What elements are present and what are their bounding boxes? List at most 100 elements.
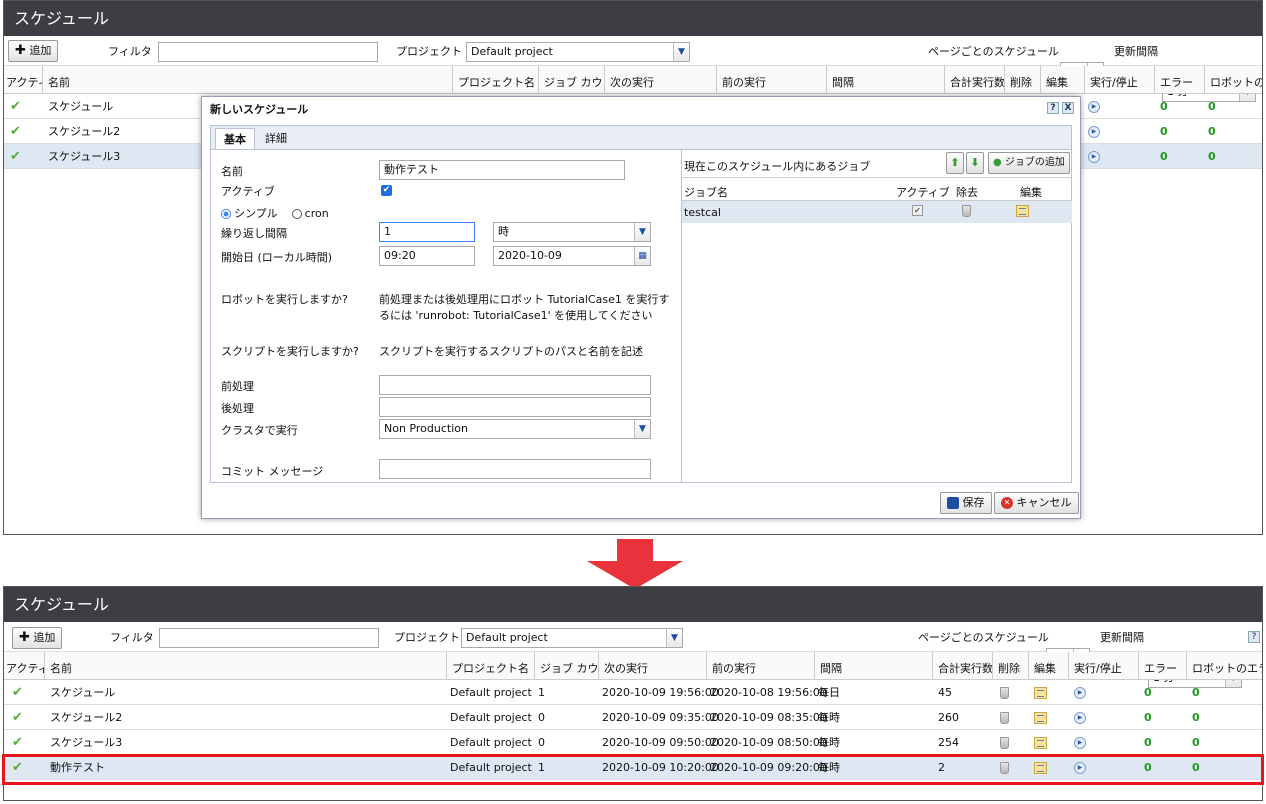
- interval-field[interactable]: 1: [379, 222, 475, 242]
- row-robot-errors: 0: [1208, 100, 1216, 113]
- trash-icon[interactable]: [1000, 680, 1009, 705]
- name-label: 名前: [221, 165, 243, 178]
- col-next-run[interactable]: 次の実行: [604, 66, 716, 94]
- add-button[interactable]: ✚ 追加: [12, 627, 63, 649]
- cancel-icon: ✕: [1001, 497, 1013, 509]
- col-total[interactable]: 合計実行数: [944, 66, 1004, 94]
- start-time-field[interactable]: 09:20: [379, 246, 475, 266]
- row-name: スケジュール: [48, 100, 114, 113]
- close-icon[interactable]: X: [1062, 102, 1074, 114]
- col-edit[interactable]: 編集: [1028, 652, 1068, 680]
- run-icon[interactable]: ▶: [1074, 730, 1086, 755]
- filter-input[interactable]: [159, 628, 379, 648]
- active-checkbox[interactable]: ✔: [381, 185, 392, 196]
- col-run-stop[interactable]: 実行/停止: [1068, 652, 1138, 680]
- per-page-label: ページごとのスケジュール: [918, 631, 1049, 644]
- trash-icon[interactable]: [962, 205, 971, 217]
- new-schedule-dialog: 新しいスケジュール ? X 基本 詳細 名前 動作テスト アクティブ ✔ シンプ…: [201, 96, 1081, 519]
- add-button[interactable]: ✚ 追加: [8, 40, 59, 62]
- add-job-button[interactable]: ● ジョブの追加: [988, 152, 1070, 174]
- tab-basic[interactable]: 基本: [215, 128, 255, 149]
- col-prev-run[interactable]: 前の実行: [706, 652, 814, 680]
- run-icon[interactable]: ▶: [1088, 119, 1100, 144]
- dialog-footer: 保存 ✕ キャンセル: [202, 485, 1080, 518]
- col-next-run[interactable]: 次の実行: [598, 652, 706, 680]
- project-select[interactable]: Default project ▼: [461, 628, 683, 648]
- col-prev-run[interactable]: 前の実行: [716, 66, 826, 94]
- cluster-select[interactable]: Non Production ▼: [379, 419, 651, 439]
- row-errors: 0: [1144, 736, 1152, 749]
- table-header: アクティ 名前 プロジェクト名 ジョブ カウン 次の実行 前の実行 間隔 合計実…: [4, 652, 1262, 680]
- edit-icon[interactable]: [1034, 705, 1047, 730]
- move-up-icon[interactable]: ⬆: [946, 152, 964, 174]
- jobs-col-active[interactable]: アクティブ: [896, 184, 950, 200]
- col-robot-errors[interactable]: ロボットのエ: [1204, 66, 1262, 94]
- interval-unit-select[interactable]: 時 ▼: [493, 222, 651, 242]
- jobs-col-edit[interactable]: 編集: [1020, 184, 1042, 200]
- col-active[interactable]: アクティ: [4, 66, 42, 94]
- project-select[interactable]: Default project ▼: [466, 42, 690, 62]
- cancel-button[interactable]: ✕ キャンセル: [994, 492, 1079, 514]
- refresh-label: 更新間隔: [1100, 631, 1144, 644]
- col-delete[interactable]: 削除: [992, 652, 1028, 680]
- tab-detail[interactable]: 詳細: [257, 128, 295, 149]
- pre-field[interactable]: [379, 375, 651, 395]
- check-icon: ✔: [10, 99, 21, 114]
- help-icon[interactable]: ?: [1047, 102, 1059, 114]
- col-edit[interactable]: 編集: [1040, 66, 1084, 94]
- col-job-count[interactable]: ジョブ カウン: [538, 66, 604, 94]
- edit-icon[interactable]: [1034, 730, 1047, 755]
- col-name[interactable]: 名前: [42, 66, 452, 94]
- dialog-body: 名前 動作テスト アクティブ ✔ シンプル cron 繰り返し間隔 1 時 ▼ 開…: [210, 150, 1072, 483]
- run-icon[interactable]: ▶: [1088, 94, 1100, 119]
- col-interval[interactable]: 間隔: [826, 66, 944, 94]
- refresh-label: 更新間隔: [1114, 45, 1158, 58]
- job-row[interactable]: testcal ✔: [682, 201, 1072, 223]
- commit-field[interactable]: [379, 459, 651, 479]
- move-down-icon[interactable]: ⬇: [966, 152, 984, 174]
- run-icon[interactable]: ▶: [1088, 144, 1100, 169]
- radio-cron[interactable]: cron: [291, 207, 329, 220]
- edit-icon[interactable]: [1034, 680, 1047, 705]
- name-field[interactable]: 動作テスト: [379, 160, 625, 180]
- col-errors[interactable]: エラー: [1138, 652, 1186, 680]
- col-active[interactable]: アクティ: [4, 652, 44, 680]
- row-total: 254: [938, 736, 959, 749]
- row-interval: 毎時: [818, 736, 840, 749]
- trash-icon[interactable]: [1000, 705, 1009, 730]
- table-row[interactable]: ✔ スケジュール2 Default project 0 2020-10-09 0…: [4, 705, 1262, 730]
- save-button[interactable]: 保存: [940, 492, 992, 514]
- col-project[interactable]: プロジェクト名: [446, 652, 534, 680]
- row-next-run: 2020-10-09 09:50:00: [602, 736, 719, 749]
- check-icon: ✔: [10, 149, 21, 164]
- table-row[interactable]: ✔ スケジュール Default project 1 2020-10-09 19…: [4, 680, 1262, 705]
- col-errors[interactable]: エラー: [1154, 66, 1204, 94]
- jobs-col-name[interactable]: ジョブ名: [684, 184, 728, 200]
- calendar-icon[interactable]: ▦: [634, 247, 650, 265]
- row-prev-run: 2020-10-08 19:56:00: [710, 686, 827, 699]
- row-next-run: 2020-10-09 09:35:00: [602, 711, 719, 724]
- col-robot-errors[interactable]: ロボットのエラ: [1186, 652, 1262, 680]
- post-field[interactable]: [379, 397, 651, 417]
- job-active-checkbox[interactable]: ✔: [912, 205, 923, 216]
- col-job-count[interactable]: ジョブ カウン: [534, 652, 598, 680]
- col-total[interactable]: 合計実行数: [932, 652, 992, 680]
- col-project[interactable]: プロジェクト名: [452, 66, 538, 94]
- row-project: Default project: [450, 686, 532, 699]
- radio-simple[interactable]: シンプル: [221, 207, 278, 220]
- filter-input[interactable]: [158, 42, 378, 62]
- col-delete[interactable]: 削除: [1004, 66, 1040, 94]
- col-name[interactable]: 名前: [44, 652, 446, 680]
- jobs-col-remove[interactable]: 除去: [956, 184, 978, 200]
- run-icon[interactable]: ▶: [1074, 680, 1086, 705]
- row-name: スケジュール3: [48, 150, 121, 163]
- table-row[interactable]: ✔ スケジュール3 Default project 0 2020-10-09 0…: [4, 730, 1262, 755]
- col-run-stop[interactable]: 実行/停止: [1084, 66, 1154, 94]
- edit-icon[interactable]: [1016, 205, 1029, 217]
- run-icon[interactable]: ▶: [1074, 705, 1086, 730]
- start-date-field[interactable]: 2020-10-09 ▦: [493, 246, 651, 266]
- project-label: プロジェクト: [396, 45, 462, 58]
- trash-icon[interactable]: [1000, 730, 1009, 755]
- help-icon[interactable]: ?: [1248, 631, 1260, 643]
- col-interval[interactable]: 間隔: [814, 652, 932, 680]
